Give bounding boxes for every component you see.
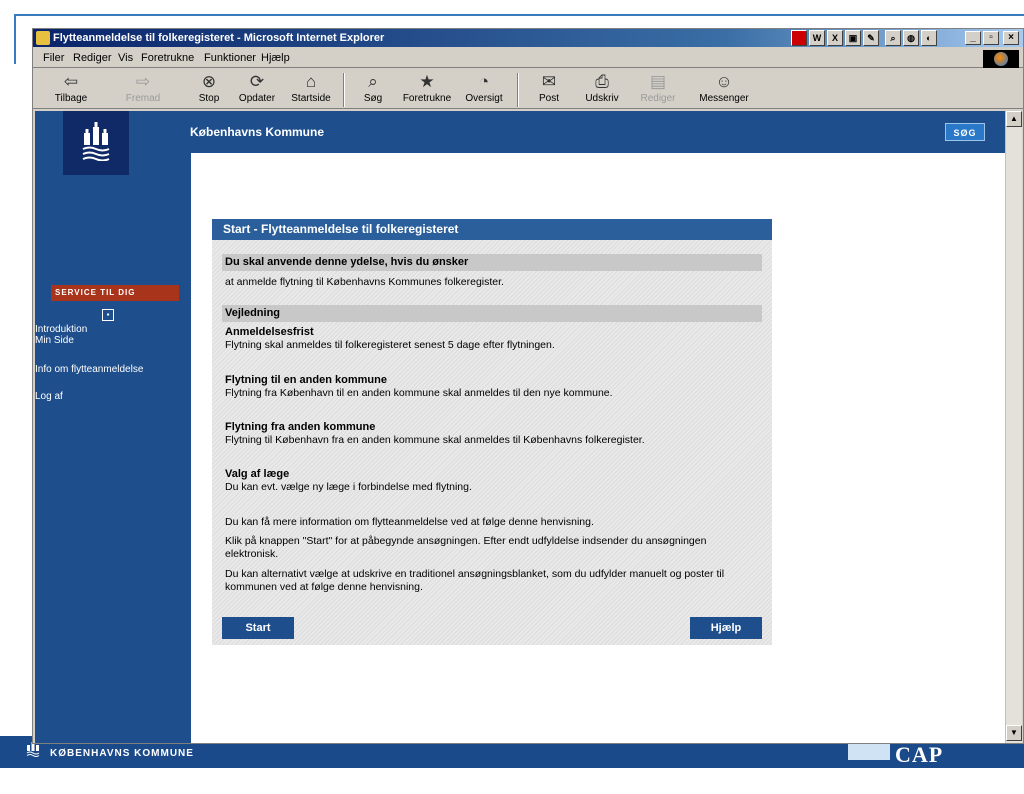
block-title: Valg af læge (225, 468, 290, 480)
menu-bar: Filer Rediger Vis Foretrukne Funktioner … (33, 48, 1023, 68)
mail-button[interactable]: ✉ Post (529, 72, 569, 108)
toolbar-separator (343, 73, 345, 107)
forward-button[interactable]: ⇨ Fremad (121, 72, 165, 108)
back-arrow-icon: ⇦ (63, 72, 79, 91)
info-more-text: Du kan få mere information om flytteanme… (225, 516, 594, 528)
block-title: Flytning til en anden kommune (225, 374, 387, 386)
browser-icon[interactable]: ◍ (903, 30, 919, 46)
menu-edit[interactable]: Rediger (73, 52, 112, 64)
info-start-text: Klik på knappen "Start" for at påbegynde… (225, 535, 707, 560)
nav-my-page[interactable]: Min Side (35, 335, 74, 346)
block-title: Anmeldelsesfrist (225, 326, 314, 338)
content-panel: Start - Flytteanmeldelse til folkeregist… (212, 219, 772, 645)
nav-moving-info[interactable]: Info om flytteanmeldelse (35, 364, 143, 375)
toolbar-separator (517, 73, 519, 107)
home-button[interactable]: ⌂ Startside (287, 72, 335, 108)
close-button[interactable]: × (1003, 31, 1019, 45)
block-text: Flytning til København fra en anden komm… (225, 434, 645, 446)
presentation-icon[interactable]: ▣ (845, 30, 861, 46)
home-icon: ⌂ (305, 72, 317, 91)
forward-arrow-icon: ⇨ (135, 72, 151, 91)
window-title: Flytteanmeldelse til folkeregisteret - M… (53, 32, 385, 44)
service-badge: SERVICE TIL DIG (51, 285, 179, 301)
edit-icon: ▤ (649, 72, 667, 91)
refresh-icon: ⟳ (249, 72, 265, 91)
tray-app-icon[interactable] (791, 30, 807, 46)
messenger-button[interactable]: ☺ Messenger (695, 72, 753, 108)
menu-favorites[interactable]: Foretrukne (141, 52, 194, 64)
slide-frame-left (14, 14, 16, 64)
menu-tools[interactable]: Funktioner (204, 52, 256, 64)
help-button[interactable]: Hjælp (690, 617, 762, 639)
minimize-button[interactable]: _ (965, 31, 981, 45)
toolbar: ⇦ Tilbage ⇨ Fremad ⊗ Stop ⟳ Opdater ⌂ Startsi… (33, 69, 1023, 109)
print-icon: ⎙ (595, 72, 609, 91)
page-viewport: Københavns Kommune SØG SERVICE TIL DIG ▪… (35, 111, 1005, 743)
find-icon[interactable]: ⌕ (885, 30, 901, 46)
stop-button[interactable]: ⊗ Stop (191, 72, 227, 108)
internet-icon[interactable]: ◐ (921, 30, 937, 46)
block-text: Flytning skal anmeldes til folkeregister… (225, 339, 555, 351)
maximize-button[interactable]: ▫ (983, 31, 999, 45)
block-text: Flytning fra København til en anden komm… (225, 387, 613, 399)
scroll-up-button[interactable]: ▲ (1006, 111, 1022, 127)
search-button[interactable]: ⌕ Søg (353, 72, 393, 108)
favorites-button[interactable]: ★ Foretrukne (399, 72, 455, 108)
slide-frame-top (14, 14, 1024, 16)
refresh-button[interactable]: ⟳ Opdater (233, 72, 281, 108)
ie-window-icon[interactable] (36, 31, 50, 45)
search-tool-icon[interactable]: ✎ (863, 30, 879, 46)
back-button[interactable]: ⇦ Tilbage (51, 72, 91, 108)
block-title: Flytning fra anden kommune (225, 421, 376, 433)
nav-logout[interactable]: Log af (35, 391, 63, 402)
vertical-scrollbar[interactable]: ▲ ▼ (1005, 111, 1022, 743)
copenhagen-coat-of-arms-icon (82, 122, 110, 161)
info-print-text: Du kan alternativt vælge at udskrive en … (225, 568, 725, 593)
footer-right-logo-mark (848, 744, 890, 760)
nav-introduction[interactable]: Introduktion (35, 324, 87, 335)
search-icon: ⌕ (368, 72, 378, 91)
use-section-heading: Du skal anvende denne ydelse, hvis du øn… (222, 254, 762, 271)
messenger-icon: ☺ (715, 72, 733, 91)
edit-button[interactable]: ▤ Rediger (635, 72, 681, 108)
footer-left-text: KØBENHAVNS KOMMUNE (50, 748, 194, 759)
mail-icon: ✉ (541, 72, 557, 91)
block-text: Du kan evt. vælge ny læge i forbindelse … (225, 481, 472, 493)
menu-view[interactable]: Vis (118, 52, 133, 64)
guide-section-heading: Vejledning (222, 305, 762, 322)
panel-title: Start - Flytteanmeldelse til folkeregist… (212, 219, 772, 240)
history-icon: ◔ (478, 72, 490, 91)
left-navigation: SERVICE TIL DIG ▪ Introduktion Min Side … (35, 153, 191, 743)
menu-help[interactable]: Hjælp (261, 52, 290, 64)
favorites-icon: ★ (419, 72, 435, 91)
word-icon[interactable]: W (809, 30, 825, 46)
site-search-button[interactable]: SØG (945, 123, 985, 141)
excel-icon[interactable]: X (827, 30, 843, 46)
footer-right-text: CAP GEMINI (895, 742, 987, 793)
print-button[interactable]: ⎙ Udskriv (579, 72, 625, 108)
history-button[interactable]: ◔ Oversigt (459, 72, 509, 108)
site-title: Københavns Kommune (190, 125, 325, 139)
collapse-toggle[interactable]: ▪ (102, 309, 114, 321)
scroll-down-button[interactable]: ▼ (1006, 725, 1022, 741)
menu-file[interactable]: Filer (43, 52, 64, 64)
browser-window: Flytteanmeldelse til folkeregisteret - M… (32, 28, 1024, 744)
start-button[interactable]: Start (222, 617, 294, 639)
stop-icon: ⊗ (201, 72, 217, 91)
logo-box[interactable] (63, 111, 129, 175)
use-section-text: at anmelde flytning til Københavns Kommu… (225, 276, 504, 288)
page-header: Københavns Kommune SØG (35, 111, 1005, 153)
ie-throbber-icon (983, 50, 1019, 68)
